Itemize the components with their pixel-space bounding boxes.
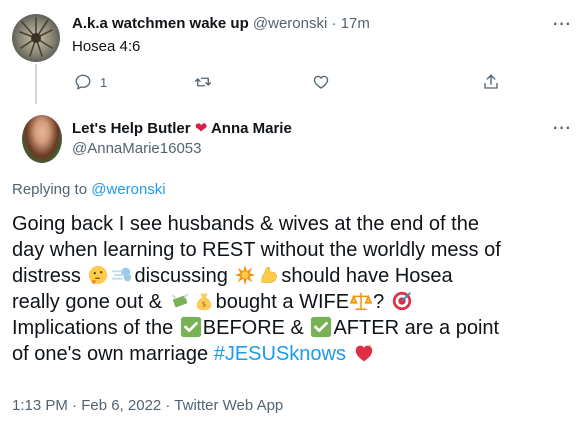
retweet-button[interactable] xyxy=(194,70,212,94)
text-should-have: should have Hosea xyxy=(281,265,453,287)
reply-icon xyxy=(75,74,91,90)
text-question: ? xyxy=(373,291,385,313)
text-line-3: distress discussing should have Hosea xyxy=(12,263,578,289)
main-display-name-part1: Let's Help Butler xyxy=(72,120,191,137)
check-mark-icon xyxy=(180,316,201,338)
sparkling-heart-icon xyxy=(355,343,372,362)
hashtag-link[interactable]: #JESUSknows xyxy=(214,343,346,365)
parent-handle[interactable]: @weronski xyxy=(253,15,327,32)
share-button[interactable] xyxy=(482,70,500,94)
main-avatar[interactable] xyxy=(22,115,62,163)
retweet-icon xyxy=(194,77,212,87)
tweet-timestamp[interactable]: 1:13 PM · Feb 6, 2022 · Twitter Web App xyxy=(12,396,283,416)
thread-line xyxy=(35,64,37,104)
reply-count: 1 xyxy=(100,74,108,90)
thinking-face-icon xyxy=(89,265,108,285)
text-distress: distress xyxy=(12,265,81,287)
share-icon xyxy=(484,74,498,89)
money-bag-icon: $ xyxy=(196,293,212,311)
svg-text:$: $ xyxy=(201,300,206,309)
like-icon xyxy=(313,75,329,89)
text-discussing: discussing xyxy=(134,265,228,287)
heart-icon: ❤ xyxy=(194,120,208,137)
parent-avatar[interactable] xyxy=(12,14,60,62)
main-tweet-header: Let's Help Butler ❤ Anna Marie @AnnaMari… xyxy=(0,110,584,170)
direct-hit-icon xyxy=(392,291,411,311)
parent-more-icon[interactable]: ··· xyxy=(553,16,572,34)
main-more-icon[interactable]: ··· xyxy=(553,120,572,138)
reply-button[interactable]: 1 xyxy=(74,70,107,94)
replying-handle-link[interactable]: @weronski xyxy=(91,181,165,198)
text-before: BEFORE & xyxy=(202,317,304,339)
main-handle[interactable]: @AnnaMarie16053 xyxy=(72,139,201,159)
text-line-5: Implications of the BEFORE & AFTER are a… xyxy=(12,315,578,341)
parent-time[interactable]: 17m xyxy=(341,15,370,32)
main-tweet-text: Going back I see husbands & wives at the… xyxy=(12,211,578,367)
text-line-1: Going back I see husbands & wives at the… xyxy=(12,213,479,235)
parent-display-name[interactable]: A.k.a watchmen wake up xyxy=(72,15,249,32)
parent-tweet[interactable]: A.k.a watchmen wake up @weronski · 17m ·… xyxy=(0,0,584,104)
parent-header: A.k.a watchmen wake up @weronski · 17m xyxy=(72,14,370,34)
replying-prefix: Replying to xyxy=(12,181,88,198)
text-implications: Implications of the xyxy=(12,317,174,339)
text-bought-wife: bought a WIFE xyxy=(215,291,350,313)
text-line-4: really gone out & $ bought a WIFE? xyxy=(12,289,578,315)
parent-tweet-text: Hosea 4:6 xyxy=(72,38,141,55)
check-mark-icon xyxy=(311,316,332,338)
money-wings-icon xyxy=(171,293,189,308)
dash-icon xyxy=(112,267,132,282)
collision-icon xyxy=(235,264,256,286)
like-button[interactable] xyxy=(312,70,330,94)
parent-separator: · xyxy=(331,15,337,32)
text-really-gone: really gone out & xyxy=(12,291,163,313)
replying-to: Replying to @weronski xyxy=(12,180,166,200)
parent-action-bar: 1 xyxy=(72,70,502,94)
text-line-2: day when learning to REST without the wo… xyxy=(12,239,501,261)
text-after: AFTER are a point xyxy=(333,317,500,339)
main-display-name-part2: Anna Marie xyxy=(210,120,292,137)
text-marriage: of one's own marriage xyxy=(12,343,209,365)
main-display-name[interactable]: Let's Help Butler ❤ Anna Marie xyxy=(72,119,292,139)
scales-icon xyxy=(350,292,373,310)
text-line-6: of one's own marriage #JESUSknows xyxy=(12,341,578,367)
flexed-biceps-icon xyxy=(261,266,278,283)
